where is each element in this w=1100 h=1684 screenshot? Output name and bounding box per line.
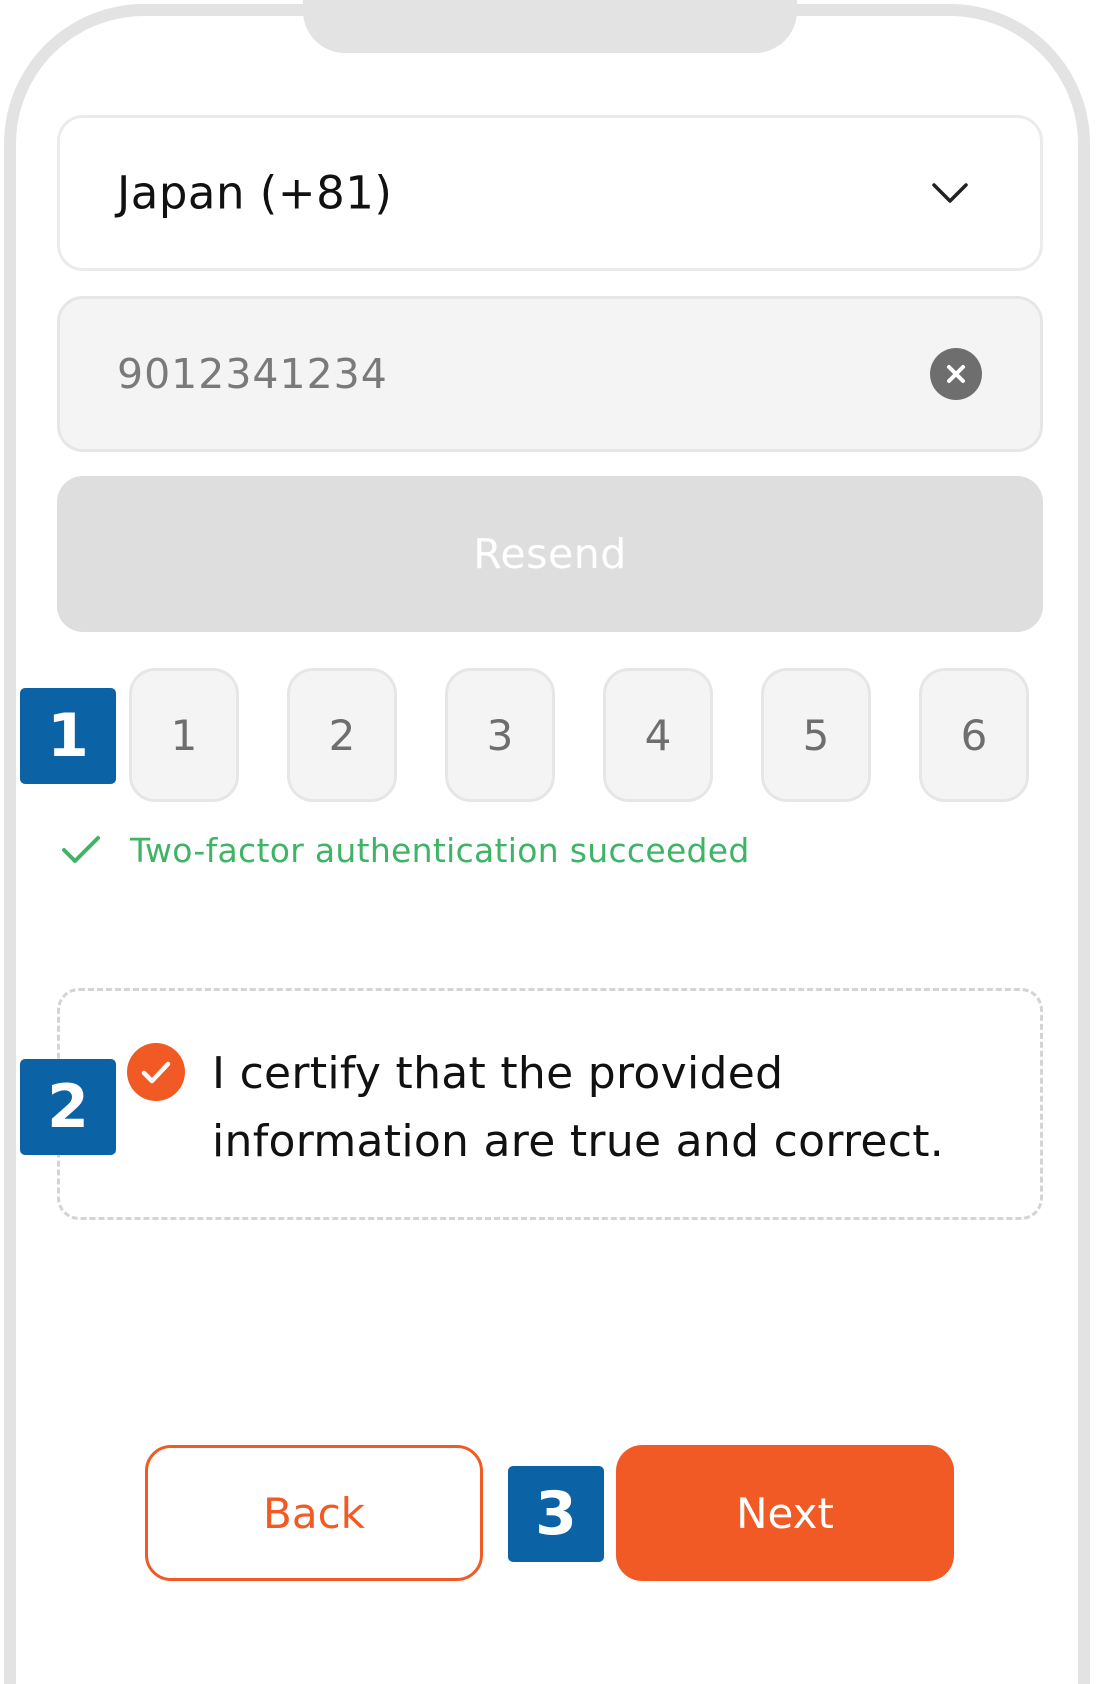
phone-number-field[interactable]: 9012341234 bbox=[57, 296, 1043, 452]
auth-status-text: Two-factor authentication succeeded bbox=[130, 830, 750, 870]
certify-label-line-1: I certify that the provided bbox=[212, 1048, 784, 1099]
otp-digit-box[interactable]: 5 bbox=[761, 668, 871, 802]
resend-button[interactable]: Resend bbox=[57, 476, 1043, 632]
checkmark-icon bbox=[62, 836, 100, 863]
certify-label: I certify that the provided information … bbox=[212, 1040, 1012, 1176]
annotation-badge-3: 3 bbox=[508, 1466, 604, 1562]
close-icon bbox=[947, 365, 965, 383]
phone-notch bbox=[303, 0, 797, 53]
otp-digit-box[interactable]: 3 bbox=[445, 668, 555, 802]
chevron-down-icon bbox=[932, 183, 968, 203]
otp-digit-box[interactable]: 4 bbox=[603, 668, 713, 802]
annotation-badge-2: 2 bbox=[20, 1059, 116, 1155]
certify-label-line-2: information are true and correct. bbox=[212, 1116, 945, 1167]
back-button[interactable]: Back bbox=[145, 1445, 483, 1581]
country-code-select[interactable]: Japan (+81) bbox=[57, 115, 1043, 271]
annotation-badge-1: 1 bbox=[20, 688, 116, 784]
next-button[interactable]: Next bbox=[616, 1445, 954, 1581]
auth-status: Two-factor authentication succeeded bbox=[60, 830, 750, 870]
phone-number-value: 9012341234 bbox=[117, 350, 388, 398]
certify-checkbox[interactable] bbox=[127, 1043, 185, 1101]
otp-digit-box[interactable]: 1 bbox=[129, 668, 239, 802]
otp-digit-box[interactable]: 6 bbox=[919, 668, 1029, 802]
country-code-value: Japan (+81) bbox=[117, 166, 393, 220]
clear-input-button[interactable] bbox=[930, 348, 982, 400]
otp-digit-box[interactable]: 2 bbox=[287, 668, 397, 802]
check-icon bbox=[141, 1061, 171, 1084]
